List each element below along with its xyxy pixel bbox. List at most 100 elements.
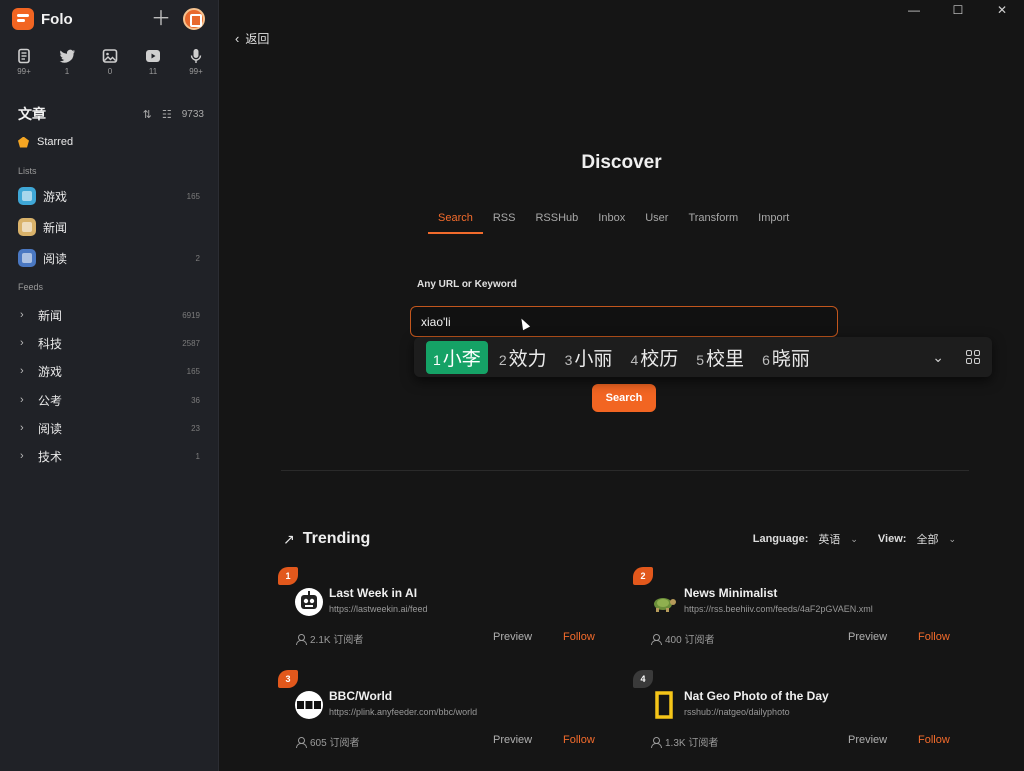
feed-count: 165 — [186, 366, 200, 376]
subscriber-text: 605 订阅者 — [310, 738, 360, 749]
chevron-down-icon[interactable]: ⌄ — [948, 534, 956, 545]
feed-title: Last Week in AI — [329, 586, 418, 600]
bbc-logo-icon — [295, 691, 323, 719]
follow-button[interactable]: Follow — [918, 734, 950, 746]
trending-card: 1 Last Week in AI https://lastweekin.ai/… — [278, 567, 598, 667]
tab-import[interactable]: Import — [748, 212, 799, 234]
follow-button[interactable]: Follow — [918, 631, 950, 643]
twitter-icon — [59, 49, 75, 63]
ime-candidate-text: 晓丽 — [771, 348, 810, 370]
preview-button[interactable]: Preview — [493, 631, 532, 643]
list-name: 新闻 — [43, 220, 68, 235]
feed-category[interactable]: › 科技 2587 — [20, 332, 200, 354]
feed-category[interactable]: › 公考 36 — [20, 389, 200, 411]
list-thumb-icon — [18, 249, 36, 267]
ime-candidate[interactable]: 4 校历 — [623, 341, 685, 374]
tab-transform[interactable]: Transform — [678, 212, 748, 234]
view-videos[interactable]: 11 — [139, 48, 167, 76]
back-label: 返回 — [245, 32, 270, 46]
view-select[interactable]: 全部 — [916, 531, 938, 547]
rank-badge: 4 — [633, 670, 653, 688]
subscriber-text: 1.3K 订阅者 — [665, 738, 719, 749]
search-button[interactable]: Search — [592, 384, 656, 412]
view-articles[interactable]: 99+ — [10, 48, 38, 76]
ime-candidate[interactable]: 1 小李 — [426, 340, 488, 374]
trending-filters: Language: 英语 ⌄ View: 全部 ⌄ — [753, 531, 956, 547]
ime-candidate[interactable]: 6 晓丽 — [755, 341, 817, 374]
chevron-right-icon: › — [20, 394, 24, 406]
feed-name: 阅读 — [38, 421, 63, 436]
ime-candidate[interactable]: 2 效力 — [492, 341, 554, 374]
robot-logo-icon — [295, 588, 323, 616]
list-mode-icon[interactable]: ☷ — [162, 108, 172, 121]
view-pictures[interactable]: 0 — [96, 48, 124, 76]
chevron-left-icon: ‹ — [235, 31, 240, 46]
trending-card: 2 News Minimalist https://rss.beehiiv.co… — [633, 567, 953, 667]
feed-category[interactable]: › 阅读 23 — [20, 417, 200, 439]
sort-icon[interactable]: ⇅ — [143, 108, 152, 121]
trending-card: 4 Nat Geo Photo of the Day rsshub://natg… — [633, 670, 953, 770]
brand[interactable]: Folo — [12, 8, 73, 30]
ime-candidate-number: 2 — [498, 351, 507, 368]
section-tools: ⇅ ☷ 9733 — [143, 108, 204, 121]
chevron-down-icon[interactable]: ⌄ — [932, 349, 944, 366]
tab-user[interactable]: User — [635, 212, 678, 234]
tab-inbox[interactable]: Inbox — [588, 212, 635, 234]
preview-button[interactable]: Preview — [848, 734, 887, 746]
preview-button[interactable]: Preview — [493, 734, 532, 746]
ime-candidate[interactable]: 5 校里 — [689, 341, 751, 374]
ime-candidate-number: 1 — [433, 351, 441, 368]
feed-title: BBC/World — [329, 689, 393, 703]
feed-category[interactable]: › 游戏 165 — [20, 360, 200, 382]
microphone-icon — [190, 49, 202, 63]
feed-count: 2587 — [182, 338, 200, 348]
turtle-logo-icon — [650, 588, 678, 616]
view-social[interactable]: 1 — [53, 48, 81, 76]
section-header: 文章 ⇅ ☷ 9733 — [18, 104, 204, 124]
ime-candidate[interactable]: 3 小丽 — [558, 341, 620, 374]
list-item[interactable]: 游戏 165 — [18, 185, 200, 207]
ime-candidate-text: 校历 — [640, 348, 679, 370]
search-field-label: Any URL or Keyword — [417, 279, 517, 290]
back-button[interactable]: ‹ 返回 — [235, 30, 269, 47]
preview-button[interactable]: Preview — [848, 631, 887, 643]
view-count: 1 — [64, 67, 70, 76]
ime-candidate-text: 小丽 — [574, 348, 613, 370]
minimize-icon[interactable]: — — [892, 0, 936, 20]
subscriber-text: 400 订阅者 — [665, 635, 715, 646]
tab-search[interactable]: Search — [428, 212, 483, 234]
chevron-right-icon: › — [20, 337, 24, 349]
tab-rsshub[interactable]: RSSHub — [525, 212, 588, 234]
feed-category[interactable]: › 新闻 6919 — [20, 304, 200, 326]
trending-title: Trending — [302, 530, 371, 547]
add-feed-button[interactable]: ＋ — [151, 9, 171, 29]
main-panel: — ☐ ✕ ‹ 返回 Discover Search RSS RSSHub In… — [219, 0, 1024, 771]
feed-category[interactable]: › 技术 1 — [20, 445, 200, 467]
feed-name: 公考 — [38, 393, 63, 408]
feed-title: News Minimalist — [684, 586, 778, 600]
close-icon[interactable]: ✕ — [980, 0, 1024, 20]
ime-candidate-number: 3 — [564, 351, 573, 368]
follow-button[interactable]: Follow — [563, 631, 595, 643]
list-item[interactable]: 阅读 2 — [18, 247, 200, 269]
video-icon — [146, 50, 160, 62]
language-select[interactable]: 英语 — [818, 531, 840, 547]
starred-item[interactable]: Starred — [18, 136, 73, 148]
natgeo-logo-icon — [650, 691, 678, 719]
view-audio[interactable]: 99+ — [182, 48, 210, 76]
feed-name: 科技 — [38, 336, 63, 351]
list-item[interactable]: 新闻 — [18, 216, 200, 238]
avatar[interactable] — [183, 8, 205, 30]
maximize-icon[interactable]: ☐ — [936, 0, 980, 20]
search-input[interactable] — [410, 306, 838, 337]
rank-badge: 3 — [278, 670, 298, 688]
feed-name: 游戏 — [38, 364, 63, 379]
chevron-down-icon[interactable]: ⌄ — [850, 534, 858, 545]
sidebar: Folo ＋ 99+ 1 0 11 99+ 文章 ⇅ ☷ 9733 Starre… — [0, 0, 219, 771]
ime-candidate-text: 校里 — [706, 348, 745, 370]
tab-rss[interactable]: RSS — [483, 212, 526, 234]
follow-button[interactable]: Follow — [563, 734, 595, 746]
grid-icon[interactable] — [966, 350, 980, 364]
ime-candidate-text: 小李 — [442, 348, 481, 370]
view-count: 99+ — [17, 67, 31, 76]
